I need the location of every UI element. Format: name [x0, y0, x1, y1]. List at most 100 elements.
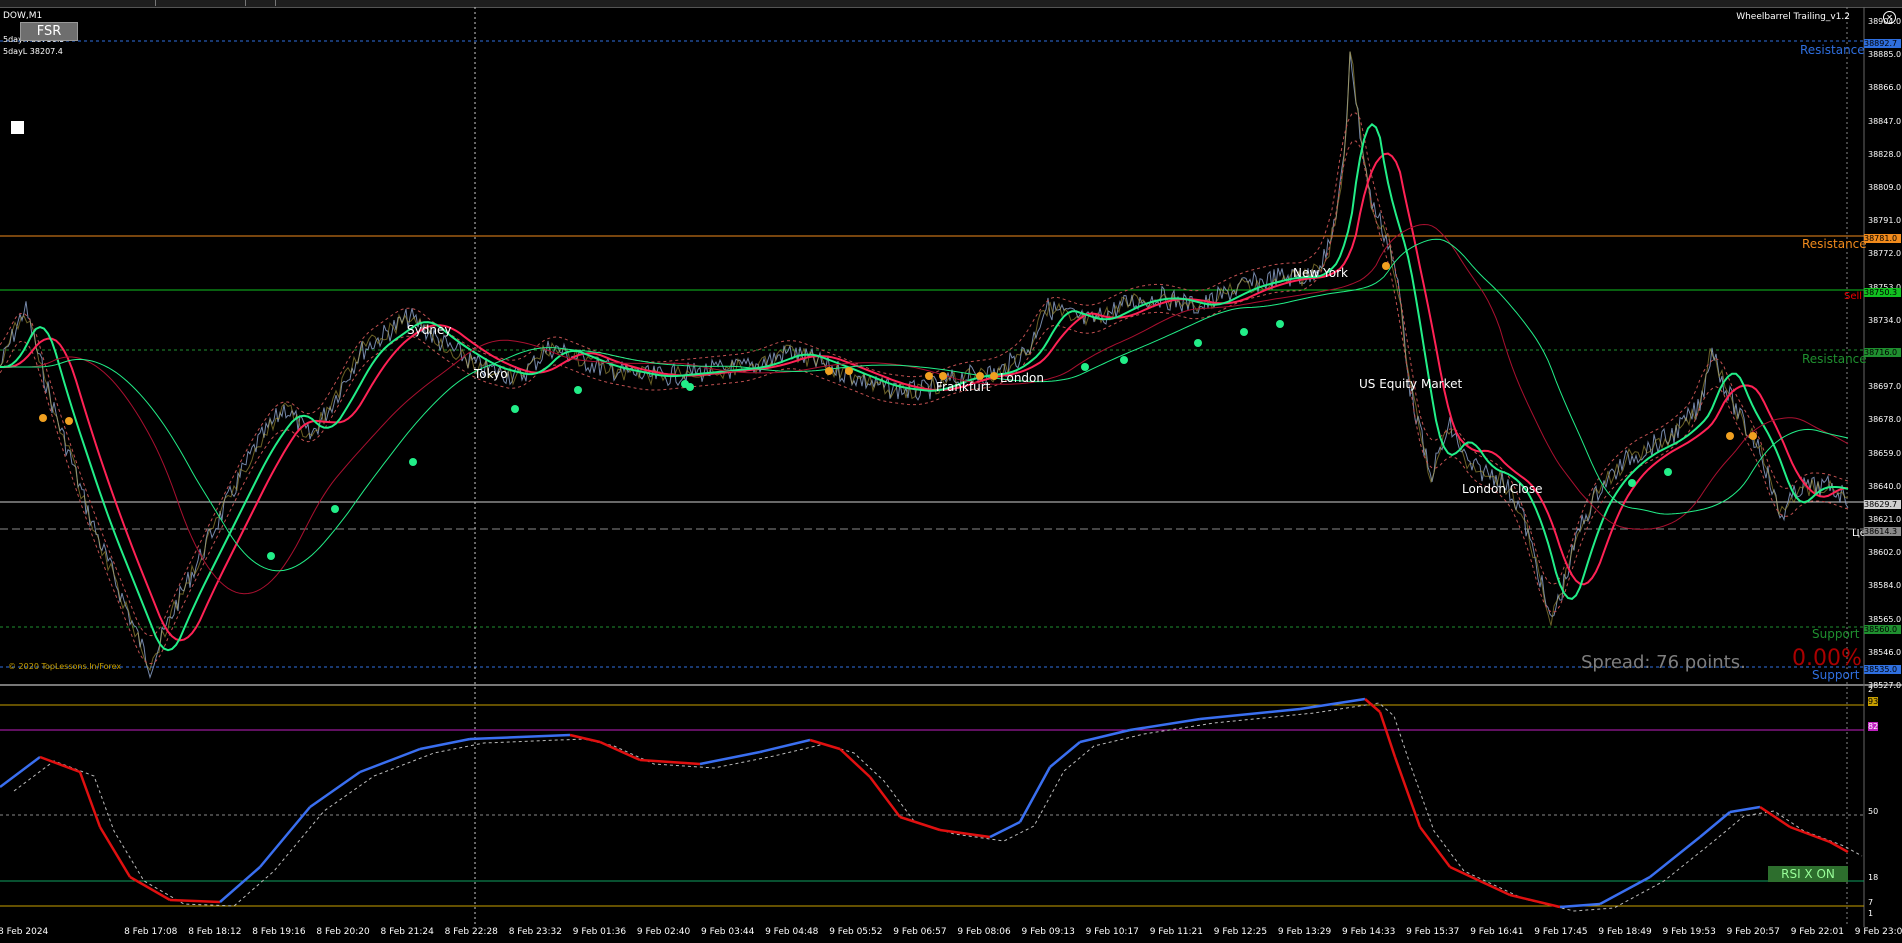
sell-signal-icon[interactable] — [39, 414, 47, 422]
rsi-segment — [839, 748, 871, 778]
time-tick: 9 Feb 19:53 — [1662, 927, 1716, 937]
price-tag: 38629.7 — [1864, 500, 1901, 509]
time-tick: 9 Feb 14:33 — [1342, 927, 1396, 937]
rsi-segment — [519, 733, 571, 739]
time-tick: 9 Feb 04:48 — [765, 927, 819, 937]
time-tick: 9 Feb 23:05 — [1854, 927, 1902, 937]
price-tick: 38847.0 — [1868, 116, 1902, 126]
buy-signal-icon[interactable] — [1628, 479, 1636, 487]
rsi-segment — [1079, 728, 1131, 744]
sell-signal-icon[interactable] — [1382, 262, 1390, 270]
price-tick: 38904.0 — [1868, 17, 1902, 26]
buy-signal-icon[interactable] — [1664, 468, 1672, 476]
fsr-button[interactable]: FSR — [20, 22, 78, 41]
price-tick: 38885.0 — [1868, 50, 1902, 60]
rsi-segment — [1699, 811, 1731, 838]
sell-label: Sell — [1844, 291, 1863, 302]
price-tag: 38716.0 — [1864, 348, 1901, 357]
sell-signal-icon[interactable] — [925, 372, 933, 380]
tab[interactable] — [245, 0, 276, 6]
buy-signal-icon[interactable] — [511, 405, 519, 413]
price-tick: 38791.0 — [1868, 216, 1902, 226]
rsi-tick: 82 — [1868, 722, 1879, 731]
buy-signal-icon[interactable] — [1194, 339, 1202, 347]
envelope-band — [0, 140, 1849, 665]
time-tick: 9 Feb 05:52 — [829, 927, 883, 937]
price-tick: 38772.0 — [1868, 249, 1902, 259]
rsi-segment — [419, 737, 471, 751]
tab[interactable] — [0, 0, 156, 6]
price-tick: 38659.0 — [1868, 448, 1902, 458]
rsi-segment — [1789, 825, 1831, 844]
price-tick: 38565.0 — [1868, 614, 1902, 624]
buy-signal-icon[interactable] — [409, 458, 417, 466]
rsi-tick: 2 — [1868, 685, 1874, 694]
rsi-segment — [1649, 836, 1701, 878]
price-line — [0, 51, 1849, 679]
rsi-segment — [1299, 697, 1366, 711]
rsi-segment — [1129, 717, 1201, 732]
session-london-close: London Close — [1462, 482, 1543, 496]
session-sydney: Sydney — [407, 323, 452, 337]
rsi-segment — [78, 771, 102, 828]
indicator-title: Wheelbarrel Trailing_v1.2 — [1736, 12, 1850, 22]
session-frankfurt: Frankfurt — [936, 380, 991, 394]
chart-canvas[interactable] — [0, 7, 1902, 943]
rsi-signal-line — [13, 702, 1863, 912]
price-tag: 38560.0 — [1864, 625, 1901, 634]
tab[interactable] — [155, 0, 246, 6]
rsi-segment — [1049, 741, 1081, 768]
rsi-segment — [1759, 805, 1791, 829]
time-tick: 8 Feb 21:24 — [380, 927, 434, 937]
rsi-tick: 1 — [1868, 909, 1874, 918]
sell-signal-icon[interactable] — [976, 372, 984, 380]
buy-signal-icon[interactable] — [331, 505, 339, 513]
rsi-segment — [1199, 707, 1301, 721]
sell-signal-icon[interactable] — [990, 372, 998, 380]
rsi-x-button[interactable]: RSI X ON — [1768, 866, 1848, 882]
moving-average — [0, 152, 1849, 642]
sell-signal-icon[interactable] — [825, 367, 833, 375]
rsi-segment — [98, 826, 132, 878]
rsi-segment — [1559, 902, 1601, 909]
rsi-segment — [129, 875, 171, 902]
time-tick: 9 Feb 18:49 — [1598, 927, 1652, 937]
rsi-segment — [759, 738, 811, 754]
time-tick: 8 Feb 23:32 — [508, 927, 563, 937]
sell-signal-icon[interactable] — [1726, 432, 1734, 440]
time-tick: 8 Feb 19:16 — [252, 927, 306, 937]
rsi-segment — [359, 747, 421, 774]
session-london: London — [1000, 371, 1044, 385]
buy-signal-icon[interactable] — [574, 386, 582, 394]
buy-signal-icon[interactable] — [1276, 320, 1284, 328]
time-tick: 9 Feb 10:17 — [1085, 927, 1139, 937]
rsi-segment — [0, 756, 41, 788]
price-tick: 38828.0 — [1868, 149, 1902, 159]
buy-signal-icon[interactable] — [686, 383, 694, 391]
signal-markers — [39, 262, 1757, 560]
time-tick: 9 Feb 02:40 — [636, 927, 691, 937]
rsi-segment — [1393, 756, 1422, 828]
rsi-series — [0, 697, 1863, 912]
sell-signal-icon[interactable] — [1749, 432, 1757, 440]
sell-signal-icon[interactable] — [845, 367, 853, 375]
buy-signal-icon[interactable] — [1081, 363, 1089, 371]
buy-signal-icon[interactable] — [1120, 356, 1128, 364]
sell-signal-icon[interactable] — [65, 417, 73, 425]
price-tag: 38781.0 — [1864, 234, 1901, 243]
price-tick: 38546.0 — [1868, 647, 1902, 657]
rsi-segment — [309, 770, 361, 809]
time-tick: 9 Feb 15:37 — [1406, 927, 1460, 937]
time-tick: 9 Feb 11:21 — [1149, 927, 1204, 937]
sell-signal-icon[interactable] — [939, 372, 947, 380]
buy-signal-icon[interactable] — [1240, 328, 1248, 336]
time-tick: 9 Feb 17:45 — [1534, 927, 1588, 937]
price-series — [0, 51, 1849, 679]
price-tag: 38614.3 — [1864, 527, 1901, 536]
price-tick: 38697.0 — [1868, 382, 1902, 392]
buy-signal-icon[interactable] — [267, 552, 275, 560]
price-line-secondary — [0, 51, 1849, 672]
rsi-tick: 50 — [1868, 807, 1879, 816]
rsi-segment — [219, 866, 261, 903]
toggle-box[interactable] — [11, 121, 24, 134]
